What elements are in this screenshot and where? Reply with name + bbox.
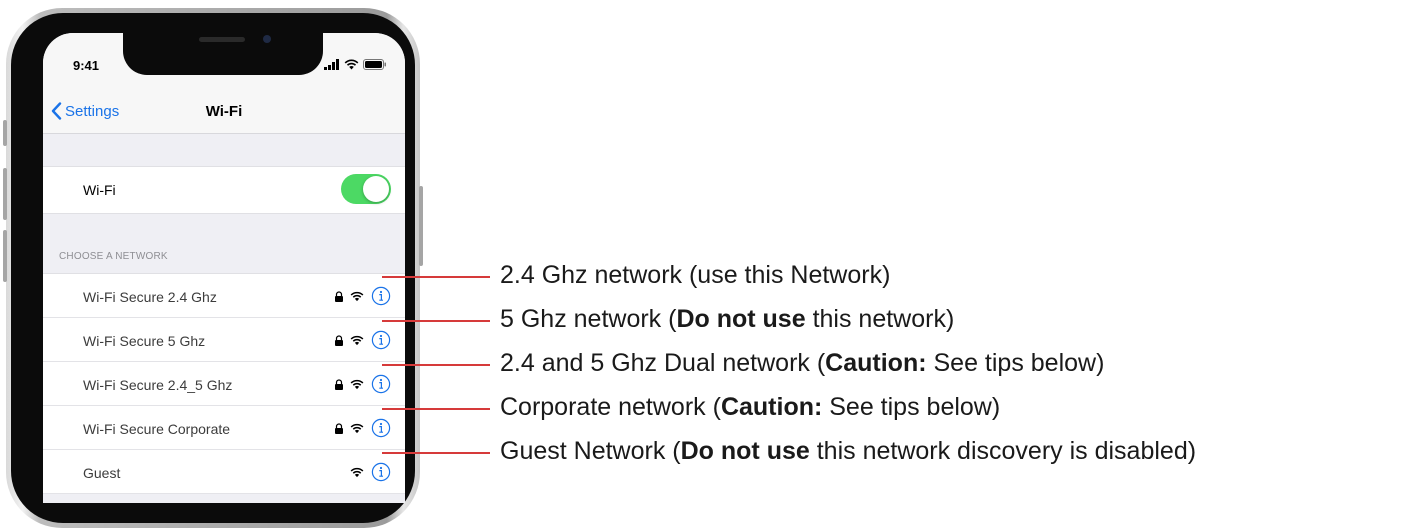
callout-line (382, 320, 490, 322)
wifi-icon (350, 335, 364, 345)
callout-line (382, 452, 490, 454)
callout-corporate: Corporate network (Caution: See tips bel… (500, 393, 1000, 422)
info-icon[interactable] (371, 462, 391, 482)
callout-text-bold: Caution: (720, 393, 823, 421)
callout-text-bold: Caution: (825, 349, 927, 377)
info-icon[interactable] (371, 286, 391, 306)
callout-text-prefix: 2.4 Ghz network (use this Network) (500, 261, 891, 289)
callout-text-bold: Do not use (676, 305, 806, 333)
section-header: CHOOSE A NETWORK (59, 251, 168, 262)
volume-down-button (3, 230, 7, 282)
callout-5ghz: 5 Ghz network (Do not use this network) (500, 305, 954, 334)
callout-text-prefix: 2.4 and 5 Ghz Dual network ( (500, 349, 826, 377)
network-icons (335, 330, 391, 350)
callout-text-suffix: See tips below) (926, 349, 1105, 377)
network-row-wifi-secure-5[interactable]: Wi-Fi Secure 5 Ghz (43, 318, 405, 362)
lock-icon (335, 378, 343, 390)
callout-text-suffix: this network) (805, 305, 955, 333)
network-row-wifi-secure-2-4-5[interactable]: Wi-Fi Secure 2.4_5 Ghz (43, 362, 405, 406)
phone-notch (123, 33, 323, 75)
toggle-knob (363, 176, 389, 202)
wifi-toggle-row: Wi-Fi (43, 166, 405, 214)
network-name: Wi-Fi Secure 2.4_5 Ghz (83, 377, 233, 393)
phone-bezel: 9:41 Settings Wi-Fi Wi-Fi CHOOSE A NETWO… (11, 13, 415, 523)
front-camera (263, 35, 271, 43)
network-row-guest[interactable]: Guest (43, 450, 405, 494)
power-button (419, 186, 423, 266)
status-icons (324, 57, 387, 71)
callout-text-prefix: 5 Ghz network ( (500, 305, 677, 333)
network-name: Wi-Fi Secure 2.4 Ghz (83, 289, 217, 305)
lock-icon (335, 422, 343, 434)
wifi-toggle-switch[interactable] (341, 174, 391, 204)
info-icon[interactable] (371, 418, 391, 438)
network-icons (350, 462, 391, 482)
callout-text-bold: Do not use (680, 437, 810, 465)
callout-guest: Guest Network (Do not use this network d… (500, 437, 1196, 466)
lock-icon (335, 290, 343, 302)
wifi-status-icon (344, 59, 359, 69)
wifi-icon (350, 291, 364, 301)
network-name: Guest (83, 465, 121, 481)
status-time: 9:41 (73, 58, 100, 73)
mute-switch (3, 120, 7, 146)
callout-dual: 2.4 and 5 Ghz Dual network (Caution: See… (500, 349, 1104, 378)
page-title: Wi-Fi (205, 103, 243, 120)
wifi-toggle-label: Wi-Fi (83, 182, 116, 198)
network-icons (335, 286, 391, 306)
cellular-signal-icon (324, 58, 339, 70)
callout-line (382, 408, 490, 410)
network-name: Wi-Fi Secure 5 Ghz (83, 333, 206, 349)
navigation-bar: Settings Wi-Fi (43, 77, 405, 134)
network-name: Wi-Fi Secure Corporate (83, 421, 231, 437)
battery-icon (363, 58, 386, 70)
phone-frame: 9:41 Settings Wi-Fi Wi-Fi CHOOSE A NETWO… (3, 8, 423, 528)
lock-icon (335, 334, 343, 346)
info-icon[interactable] (371, 330, 391, 350)
network-list: Wi-Fi Secure 2.4 Ghz Wi-Fi Secure 5 Ghz (43, 273, 405, 494)
volume-up-button (3, 168, 7, 220)
callout-line (382, 276, 490, 278)
callout-text-suffix: See tips below) (822, 393, 1001, 421)
callout-text-prefix: Guest Network ( (500, 437, 681, 465)
wifi-icon (350, 423, 364, 433)
callout-text-suffix: this network discovery is disabled) (809, 437, 1197, 465)
earpiece-speaker (199, 37, 245, 42)
callout-2-4ghz: 2.4 Ghz network (use this Network) (500, 261, 890, 290)
wifi-icon (350, 379, 364, 389)
network-row-wifi-secure-2-4[interactable]: Wi-Fi Secure 2.4 Ghz (43, 274, 405, 318)
network-row-wifi-secure-corporate[interactable]: Wi-Fi Secure Corporate (43, 406, 405, 450)
info-icon[interactable] (371, 374, 391, 394)
callout-text-prefix: Corporate network ( (500, 393, 721, 421)
callout-line (382, 364, 490, 366)
network-icons (335, 418, 391, 438)
phone-screen: 9:41 Settings Wi-Fi Wi-Fi CHOOSE A NETWO… (43, 33, 405, 503)
network-icons (335, 374, 391, 394)
